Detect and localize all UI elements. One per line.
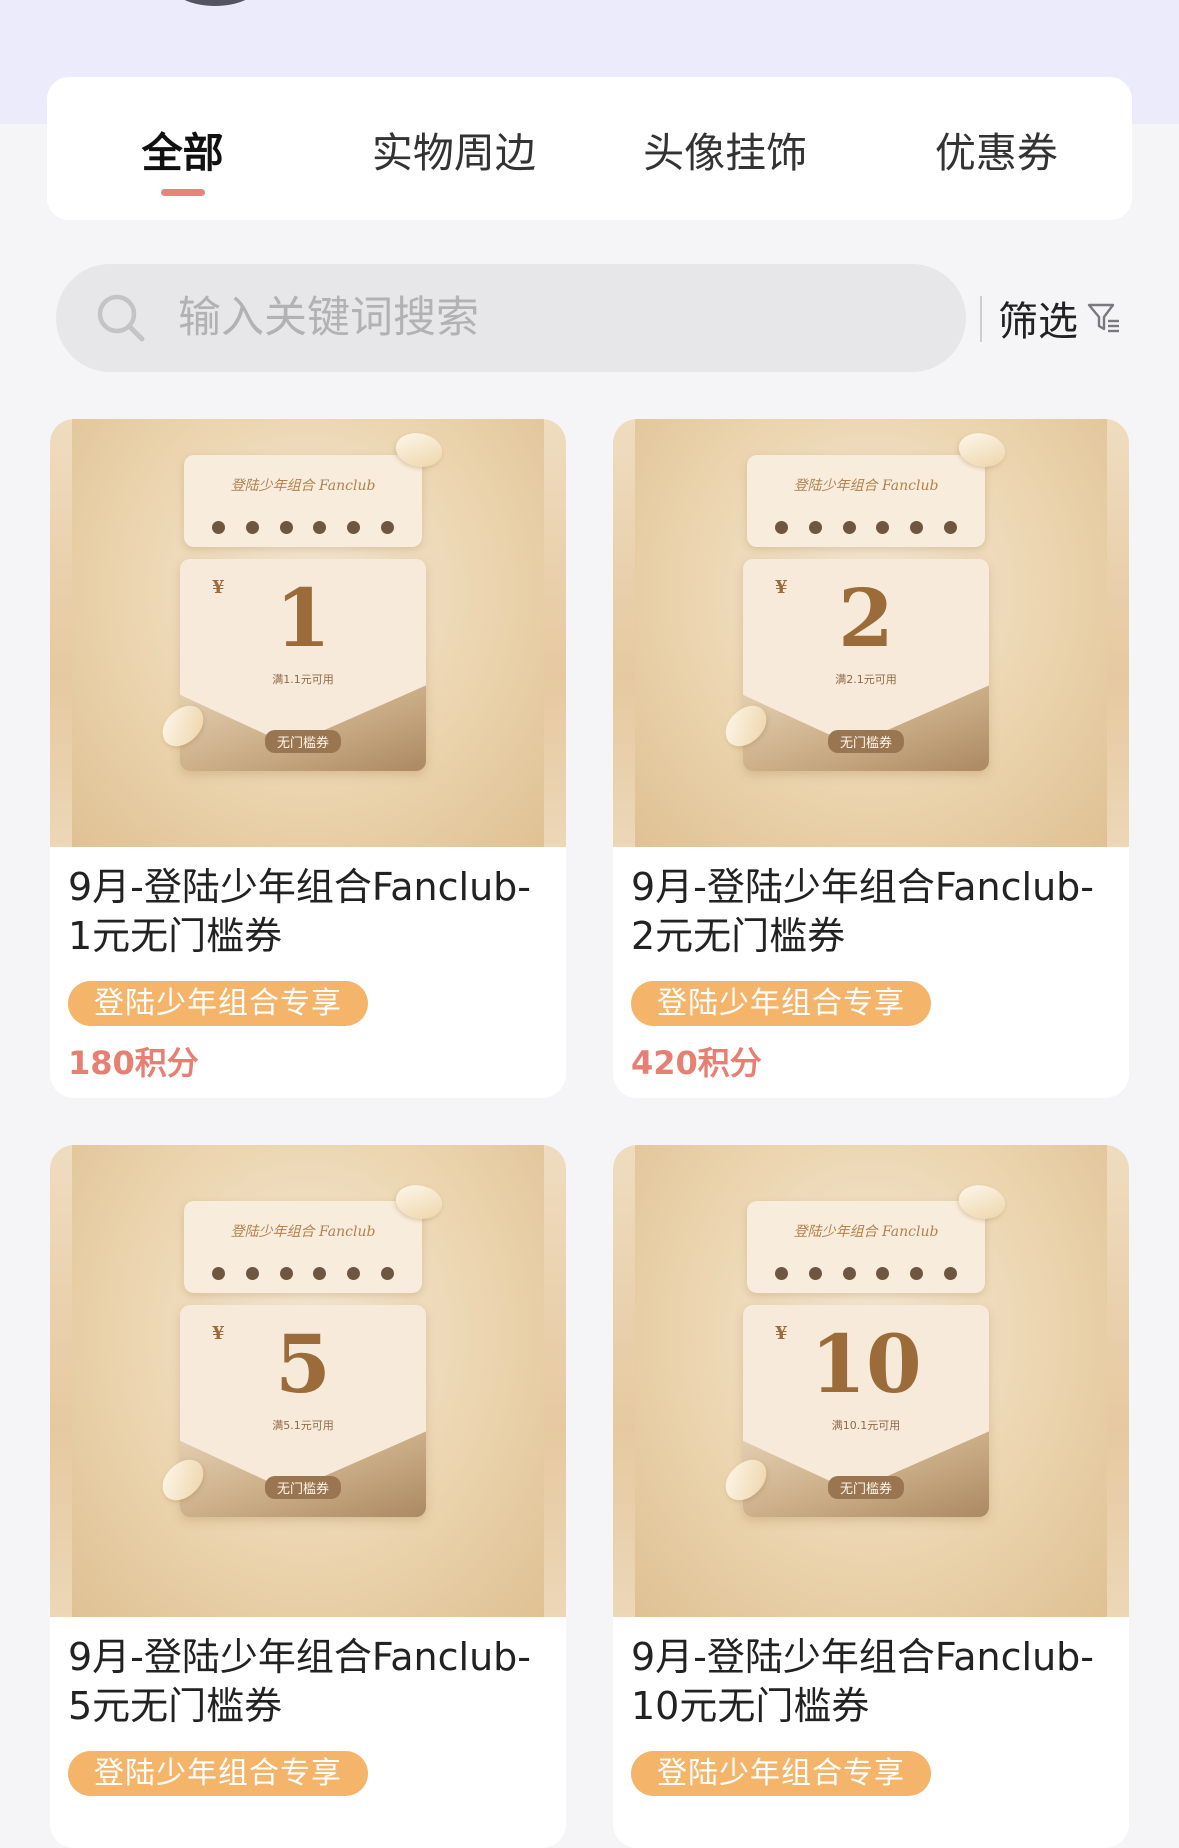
- tab-coupons[interactable]: 优惠券: [861, 77, 1132, 220]
- coupon-amount: 5: [275, 1317, 331, 1411]
- tab-label: 全部: [141, 128, 224, 177]
- filter-button[interactable]: 筛选: [998, 264, 1122, 372]
- exclusive-badge: 登陆少年组合专享: [68, 981, 368, 1026]
- active-tab-indicator: [160, 189, 205, 196]
- tab-all[interactable]: 全部: [47, 77, 318, 220]
- coupon-header: 登陆少年组合 Fanclub: [747, 455, 985, 547]
- product-card[interactable]: 登陆少年组合 Fanclub ¥ 1 满1.1元可用 无门槛券 9月-登陆少年组…: [50, 419, 566, 1098]
- coupon-header: 登陆少年组合 Fanclub: [184, 1201, 422, 1293]
- search-input[interactable]: [176, 292, 900, 344]
- coupon-body: ¥ 10 满10.1元可用 无门槛券: [743, 1305, 989, 1517]
- product-image: 登陆少年组合 Fanclub ¥ 2 满2.1元可用 无门槛券: [613, 419, 1129, 847]
- product-title: 9月-登陆少年组合Fanclub-5元无门槛券: [68, 1635, 531, 1728]
- coupon-envelope: [743, 1427, 989, 1517]
- tab-label: 头像挂饰: [643, 128, 808, 177]
- search-row: 筛选: [56, 264, 1126, 372]
- coupon-perforation: [212, 521, 394, 534]
- product-info: 9月-登陆少年组合Fanclub-5元无门槛券 登陆少年组合专享: [50, 1617, 566, 1796]
- tab-merchandise[interactable]: 实物周边: [318, 77, 589, 220]
- product-image: 登陆少年组合 Fanclub ¥ 10 满10.1元可用 无门槛券: [613, 1145, 1129, 1617]
- exclusive-badge: 登陆少年组合专享: [631, 1751, 931, 1796]
- product-title: 9月-登陆少年组合Fanclub-2元无门槛券: [631, 865, 1094, 958]
- coupon-tag: 无门槛券: [264, 730, 342, 753]
- coupon-condition: 满2.1元可用: [835, 673, 897, 686]
- coupon-tag: 无门槛券: [827, 730, 905, 753]
- coupon-tag: 无门槛券: [264, 1476, 342, 1499]
- product-title: 9月-登陆少年组合Fanclub-10元无门槛券: [631, 1635, 1094, 1728]
- coupon-envelope: [180, 681, 426, 771]
- search-divider: [980, 296, 982, 342]
- coupon-header: 登陆少年组合 Fanclub: [184, 455, 422, 547]
- search-icon: [94, 291, 148, 345]
- coupon-brand: 登陆少年组合 Fanclub: [230, 1224, 376, 1240]
- coupon-envelope: [743, 681, 989, 771]
- coupon-perforation: [212, 1267, 394, 1280]
- coupon-graphic: 登陆少年组合 Fanclub ¥ 5 满5.1元可用 无门槛券: [180, 1201, 426, 1521]
- tab-label: 优惠券: [934, 128, 1058, 177]
- coupon-amount: 1: [275, 571, 331, 665]
- header-decoration: [170, 0, 260, 6]
- coupon-header: 登陆少年组合 Fanclub: [747, 1201, 985, 1293]
- tab-avatar-frames[interactable]: 头像挂饰: [590, 77, 861, 220]
- product-image: 登陆少年组合 Fanclub ¥ 5 满5.1元可用 无门槛券: [50, 1145, 566, 1617]
- coupon-condition: 满1.1元可用: [272, 673, 334, 686]
- product-info: 9月-登陆少年组合Fanclub-2元无门槛券 登陆少年组合专享 420积分: [613, 847, 1129, 1098]
- coupon-body: ¥ 1 满1.1元可用 无门槛券: [180, 559, 426, 771]
- coupon-graphic: 登陆少年组合 Fanclub ¥ 2 满2.1元可用 无门槛券: [743, 455, 989, 775]
- product-info: 9月-登陆少年组合Fanclub-10元无门槛券 登陆少年组合专享: [613, 1617, 1129, 1796]
- coupon-brand: 登陆少年组合 Fanclub: [793, 1224, 939, 1240]
- product-price: 420积分: [631, 1044, 762, 1082]
- exclusive-badge: 登陆少年组合专享: [68, 1751, 368, 1796]
- coupon-condition: 满5.1元可用: [272, 1419, 334, 1432]
- search-box[interactable]: [56, 264, 966, 372]
- product-title: 9月-登陆少年组合Fanclub-1元无门槛券: [68, 865, 531, 958]
- exclusive-badge: 登陆少年组合专享: [631, 981, 931, 1026]
- coupon-amount: 2: [838, 571, 894, 665]
- product-price: 180积分: [68, 1044, 199, 1082]
- product-info: 9月-登陆少年组合Fanclub-1元无门槛券 登陆少年组合专享 180积分: [50, 847, 566, 1098]
- product-card[interactable]: 登陆少年组合 Fanclub ¥ 5 满5.1元可用 无门槛券 9月-登陆少年组…: [50, 1145, 566, 1848]
- coupon-brand: 登陆少年组合 Fanclub: [793, 478, 939, 494]
- category-tabs: 全部 实物周边 头像挂饰 优惠券: [47, 77, 1132, 220]
- filter-icon: [1078, 301, 1122, 335]
- filter-label: 筛选: [998, 299, 1078, 345]
- product-card[interactable]: 登陆少年组合 Fanclub ¥ 2 满2.1元可用 无门槛券 9月-登陆少年组…: [613, 419, 1129, 1098]
- tab-label: 实物周边: [371, 128, 536, 177]
- coupon-condition: 满10.1元可用: [831, 1419, 901, 1432]
- product-image: 登陆少年组合 Fanclub ¥ 1 满1.1元可用 无门槛券: [50, 419, 566, 847]
- coupon-graphic: 登陆少年组合 Fanclub ¥ 1 满1.1元可用 无门槛券: [180, 455, 426, 775]
- coupon-body: ¥ 2 满2.1元可用 无门槛券: [743, 559, 989, 771]
- coupon-body: ¥ 5 满5.1元可用 无门槛券: [180, 1305, 426, 1517]
- coupon-perforation: [775, 521, 957, 534]
- product-card[interactable]: 登陆少年组合 Fanclub ¥ 10 满10.1元可用 无门槛券 9月-登陆少…: [613, 1145, 1129, 1848]
- coupon-graphic: 登陆少年组合 Fanclub ¥ 10 满10.1元可用 无门槛券: [743, 1201, 989, 1521]
- coupon-perforation: [775, 1267, 957, 1280]
- coupon-brand: 登陆少年组合 Fanclub: [230, 478, 376, 494]
- coupon-tag: 无门槛券: [827, 1476, 905, 1499]
- coupon-envelope: [180, 1427, 426, 1517]
- coupon-amount: 10: [810, 1317, 922, 1411]
